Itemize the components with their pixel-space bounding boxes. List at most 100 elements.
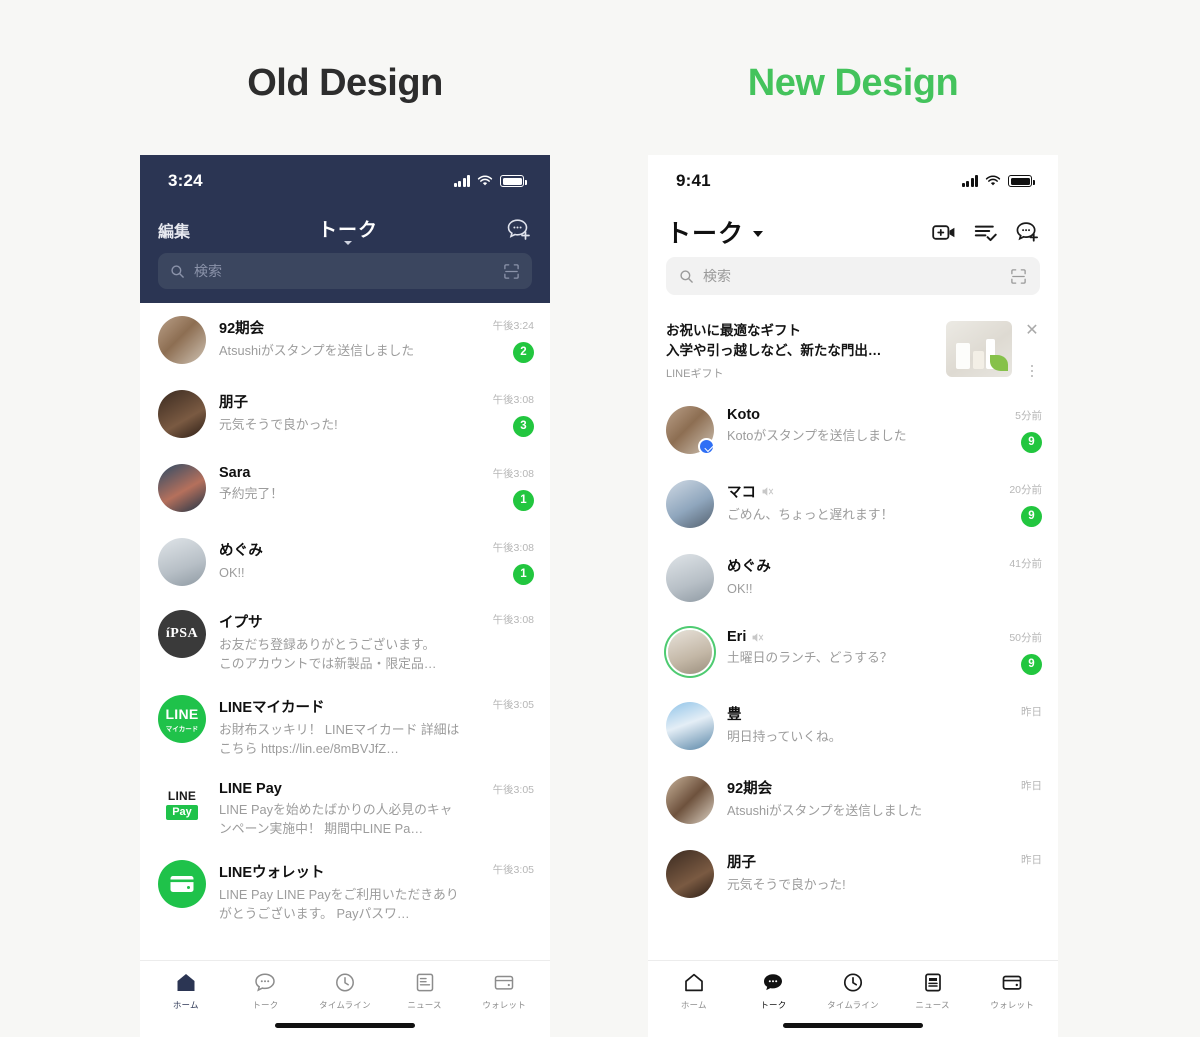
chat-timestamp: 午後3:08 [492,614,534,626]
chat-message: LINE Payを始めたばかりの人必見のキャンペーン実施中！ 期間中LINE P… [219,802,453,836]
table-row[interactable]: 豊 明日持っていくね。 昨日 [648,689,1058,763]
chat-message: Atsushiがスタンプを送信しました [219,343,415,358]
table-row[interactable]: めぐみ OK!! 41分前 [648,541,1058,615]
news-icon [922,972,944,993]
tab-home[interactable]: ホーム [654,972,734,1011]
table-row[interactable]: íPSA イプサ お友だち登録ありがとうございます。 このアカウントでは新製品・… [140,599,550,684]
tab-label: トーク [252,1000,279,1010]
chat-message: 土曜日のランチ、どうする？ [727,650,893,666]
chat-name: Eri [727,629,971,645]
promo-thumbnail[interactable] [946,321,1012,377]
new-tab-bar[interactable]: ホーム トーク タイムライン ニュース ウォレット [648,960,1058,1037]
chat-message: OK!! [727,581,753,597]
chat-name: LINE Pay [219,781,282,798]
table-row[interactable]: Sara 予約完了！ 午後3:08 1 [140,451,550,525]
avatar[interactable]: LINE Pay [158,780,206,828]
chat-timestamp: 午後3:08 [492,542,534,554]
avatar[interactable] [158,464,206,512]
old-page-title[interactable]: トーク [318,215,378,242]
table-row[interactable]: 92期会 Atsushiがスタンプを送信しました 昨日 [648,763,1058,837]
chat-right: 41分前 [984,554,1042,571]
close-icon[interactable]: ✕ [1025,323,1038,339]
clock-icon [842,972,864,993]
old-status-time: 3:24 [168,171,203,190]
qr-scan-icon[interactable] [1010,268,1027,285]
avatar[interactable] [666,776,714,825]
table-row[interactable]: 朋子 元気そうで良かった! 午後3:08 3 [140,377,550,451]
tab-talk[interactable]: トーク [734,972,814,1011]
chat-timestamp: 午後3:08 [492,468,534,480]
avatar[interactable] [158,538,206,586]
avatar[interactable] [158,316,206,364]
promo-banner[interactable]: お祝いに最適なギフト 入学や引っ越しなど、新たな門出… LINEギフト ✕ [648,307,1058,393]
avatar[interactable] [666,850,714,899]
chat-meta: 朋子 元気そうで良かった! [727,850,971,895]
tab-timeline[interactable]: タイムライン [813,972,893,1011]
battery-icon [1008,175,1035,187]
avatar[interactable] [666,554,714,603]
table-row[interactable]: Koto Kotoがスタンプを送信しました 5分前 9 [648,393,1058,467]
new-page-title[interactable]: トーク [666,214,744,250]
home-indicator [275,1023,415,1028]
mark-read-icon[interactable] [974,223,997,242]
tab-wallet[interactable]: ウォレット [972,972,1052,1011]
new-status-bar: 9:41 [648,155,1058,207]
promo-line-2: 入学や引っ越しなど、新たな門出… [666,342,882,358]
old-compose-chat-button[interactable] [506,218,532,242]
avatar[interactable] [666,702,714,751]
avatar[interactable] [666,628,714,676]
table-row[interactable]: LINE マイカード LINEマイカード お財布スッキリ！ LINEマイカード 詳… [140,684,550,769]
table-row[interactable]: LINE Pay LINE Pay LINE Payを始めたばかりの人必見のキャン… [140,769,550,849]
chat-meta: めぐみ OK!! [727,554,971,599]
tab-news[interactable]: ニュース [385,972,465,1011]
new-header: トーク 検索 [648,207,1058,307]
chat-right: 午後3:24 2 [476,316,534,363]
tab-talk[interactable]: トーク [226,972,306,1011]
chat-timestamp: 午後3:05 [492,864,534,877]
table-row[interactable]: めぐみ OK!! 午後3:08 1 [140,525,550,599]
tab-label: ニュース [915,1000,950,1010]
table-row[interactable]: Eri 土曜日のランチ、どうする？ 50分前 9 [648,615,1058,689]
chat-timestamp: 午後3:08 [492,394,534,406]
tab-home[interactable]: ホーム [146,972,226,1011]
chat-meta: めぐみ OK!! [219,538,463,583]
chat-message: 予約完了！ [219,486,283,501]
tab-label: ホーム [172,1000,199,1010]
old-edit-button[interactable]: 編集 [158,218,190,242]
unread-badge: 2 [513,342,534,363]
old-search-placeholder: 検索 [194,263,222,279]
avatar[interactable] [666,406,715,456]
avatar[interactable]: íPSA [158,610,206,658]
tab-wallet[interactable]: ウォレット [464,972,544,1011]
new-search-bar[interactable]: 検索 [666,257,1040,295]
old-chat-list[interactable]: 92期会 Atsushiがスタンプを送信しました 午後3:24 2 朋子 元気そ… [140,303,550,960]
table-row[interactable]: LINEウォレット LINE Pay LINE Payをご利用いただきありがとう… [140,849,550,934]
avatar[interactable] [158,860,206,909]
tab-news[interactable]: ニュース [893,972,973,1011]
table-row[interactable]: マコ ごめん、ちょっと遅れます！ 20分前 9 [648,467,1058,541]
chat-meta: 豊 明日持っていくね。 [727,702,971,747]
chat-message: ごめん、ちょっと遅れます！ [727,507,894,523]
table-row[interactable]: 朋子 元気そうで良かった! 昨日 [648,837,1058,911]
chat-meta: 92期会 Atsushiがスタンプを送信しました [727,776,971,821]
avatar[interactable] [158,390,206,438]
qr-scan-icon[interactable] [503,263,520,280]
chevron-down-icon[interactable] [753,231,764,237]
new-chat-list[interactable]: お祝いに最適なギフト 入学や引っ越しなど、新たな門出… LINEギフト ✕ Ko… [648,307,1058,960]
tab-timeline[interactable]: タイムライン [305,972,385,1011]
video-add-icon[interactable] [932,223,956,242]
chevron-down-icon [344,241,352,245]
old-design-phone: 3:24 編集 トーク 検索 92期会 Atsushiがスタンプを送信しました … [140,155,550,1037]
more-vertical-icon[interactable] [1030,364,1034,378]
old-search-bar[interactable]: 検索 [158,253,532,289]
chat-right: 5分前 9 [984,406,1042,454]
promo-controls: ✕ [1022,321,1042,381]
chat-add-icon[interactable] [1015,221,1040,244]
avatar[interactable]: LINE マイカード [158,695,206,744]
table-row[interactable]: 92期会 Atsushiがスタンプを送信しました 午後3:24 2 [140,303,550,377]
unread-badge: 1 [513,490,534,511]
chat-meta: Koto Kotoがスタンプを送信しました [727,406,971,446]
home-icon [175,972,197,993]
old-tab-bar[interactable]: ホーム トーク タイムライン ニュース ウォレット [140,960,550,1037]
avatar[interactable] [666,480,714,529]
